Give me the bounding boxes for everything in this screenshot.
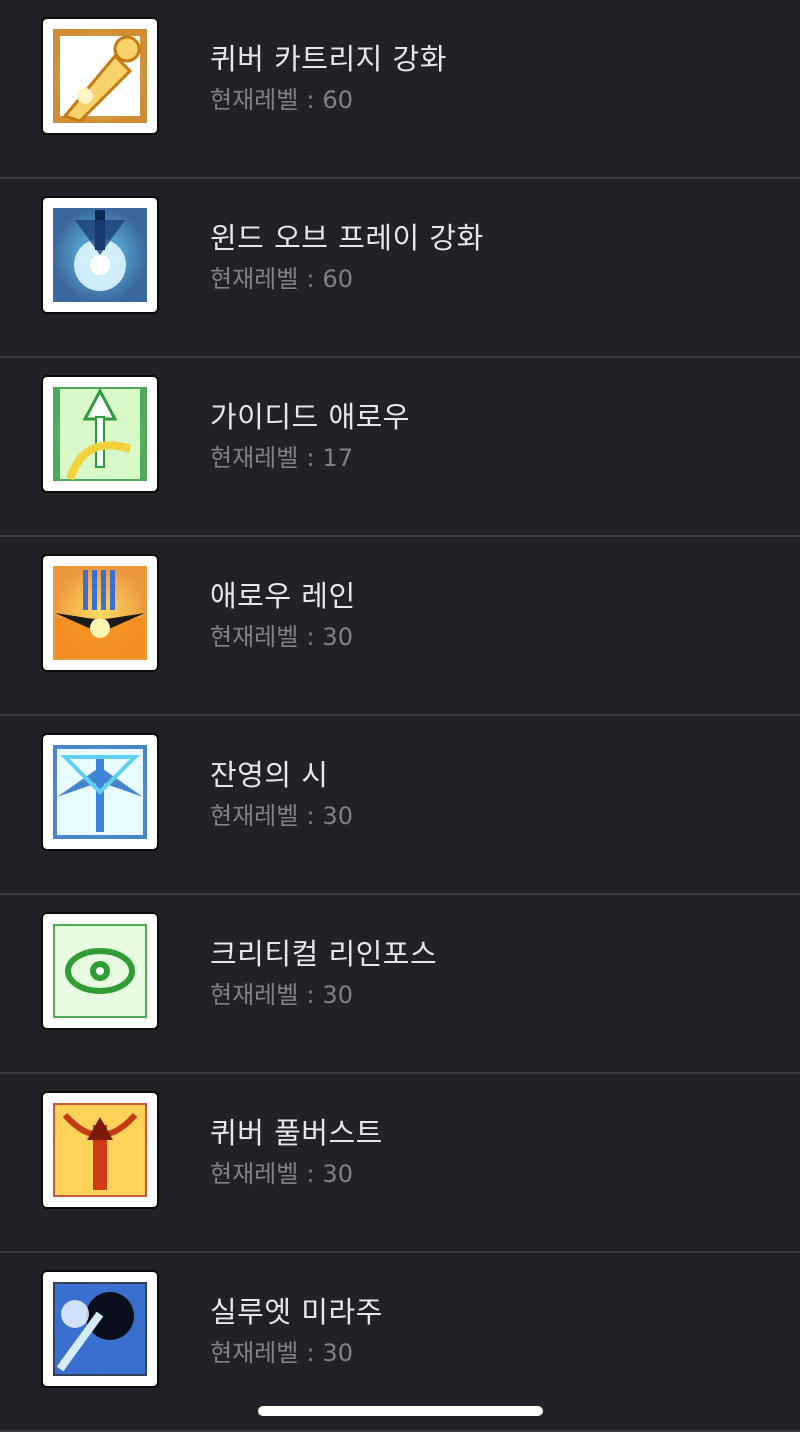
arrow-rain-icon bbox=[41, 554, 159, 672]
skill-row[interactable]: 크리티컬 리인포스현재레벨:30 bbox=[0, 895, 800, 1074]
level-prefix: 현재레벨 bbox=[210, 1160, 299, 1188]
quiver-full-burst-icon bbox=[41, 1091, 159, 1209]
level-prefix: 현재레벨 bbox=[210, 802, 299, 830]
level-value: 30 bbox=[322, 1339, 353, 1367]
level-separator: : bbox=[306, 444, 315, 472]
level-prefix: 현재레벨 bbox=[210, 265, 299, 293]
skill-name: 크리티컬 리인포스 bbox=[210, 937, 438, 971]
level-prefix: 현재레벨 bbox=[210, 981, 299, 1009]
skill-name: 잔영의 시 bbox=[210, 758, 329, 792]
level-value: 30 bbox=[322, 623, 353, 651]
level-value: 17 bbox=[322, 444, 353, 472]
level-separator: : bbox=[306, 802, 315, 830]
level-prefix: 현재레벨 bbox=[210, 86, 299, 114]
skill-name: 윈드 오브 프레이 강화 bbox=[210, 221, 484, 255]
skill-level: 현재레벨:30 bbox=[210, 975, 353, 1010]
skill-level: 현재레벨:60 bbox=[210, 259, 353, 294]
skill-name: 애로우 레인 bbox=[210, 579, 356, 613]
level-separator: : bbox=[306, 265, 315, 293]
critical-reinforce-icon bbox=[41, 912, 159, 1030]
home-indicator[interactable] bbox=[258, 1406, 543, 1416]
level-value: 30 bbox=[322, 1160, 353, 1188]
skill-row[interactable]: 가이디드 애로우현재레벨:17 bbox=[0, 358, 800, 537]
level-separator: : bbox=[306, 86, 315, 114]
level-separator: : bbox=[306, 623, 315, 651]
level-value: 30 bbox=[322, 802, 353, 830]
skill-level: 현재레벨:30 bbox=[210, 796, 353, 831]
skill-row[interactable]: 퀴버 풀버스트현재레벨:30 bbox=[0, 1074, 800, 1253]
skill-level: 현재레벨:30 bbox=[210, 1333, 353, 1368]
skill-name: 실루엣 미라주 bbox=[210, 1295, 383, 1329]
level-value: 30 bbox=[322, 981, 353, 1009]
afterimage-arrow-icon bbox=[41, 733, 159, 851]
level-prefix: 현재레벨 bbox=[210, 1339, 299, 1367]
skill-row[interactable]: 애로우 레인현재레벨:30 bbox=[0, 537, 800, 716]
skill-list: 퀴버 카트리지 강화 현재레벨:60 윈드 오브 프레이 강화 현재레벨:60 가이디드… bbox=[0, 0, 800, 1432]
level-value: 60 bbox=[322, 265, 353, 293]
skill-level: 현재레벨:30 bbox=[210, 617, 353, 652]
skill-name: 퀴버 카트리지 강화 bbox=[210, 42, 447, 76]
guided-arrow-icon bbox=[41, 375, 159, 493]
level-separator: : bbox=[306, 981, 315, 1009]
silhouette-mirage-icon bbox=[41, 1270, 159, 1388]
level-separator: : bbox=[306, 1339, 315, 1367]
skill-row[interactable]: 잔영의 시현재레벨:30 bbox=[0, 716, 800, 895]
skill-level: 현재레벨:17 bbox=[210, 438, 353, 473]
level-separator: : bbox=[306, 1160, 315, 1188]
skill-name: 퀴버 풀버스트 bbox=[210, 1116, 383, 1150]
wind-of-frey-icon bbox=[41, 196, 159, 314]
quiver-cartridge-icon bbox=[41, 17, 159, 135]
skill-level: 현재레벨:60 bbox=[210, 80, 353, 115]
skill-row[interactable]: 퀴버 카트리지 강화현재레벨:60 bbox=[0, 0, 800, 179]
level-value: 60 bbox=[322, 86, 353, 114]
skill-row[interactable]: 윈드 오브 프레이 강화현재레벨:60 bbox=[0, 179, 800, 358]
level-prefix: 현재레벨 bbox=[210, 444, 299, 472]
skill-name: 가이디드 애로우 bbox=[210, 400, 410, 434]
skill-level: 현재레벨:30 bbox=[210, 1154, 353, 1189]
level-prefix: 현재레벨 bbox=[210, 623, 299, 651]
